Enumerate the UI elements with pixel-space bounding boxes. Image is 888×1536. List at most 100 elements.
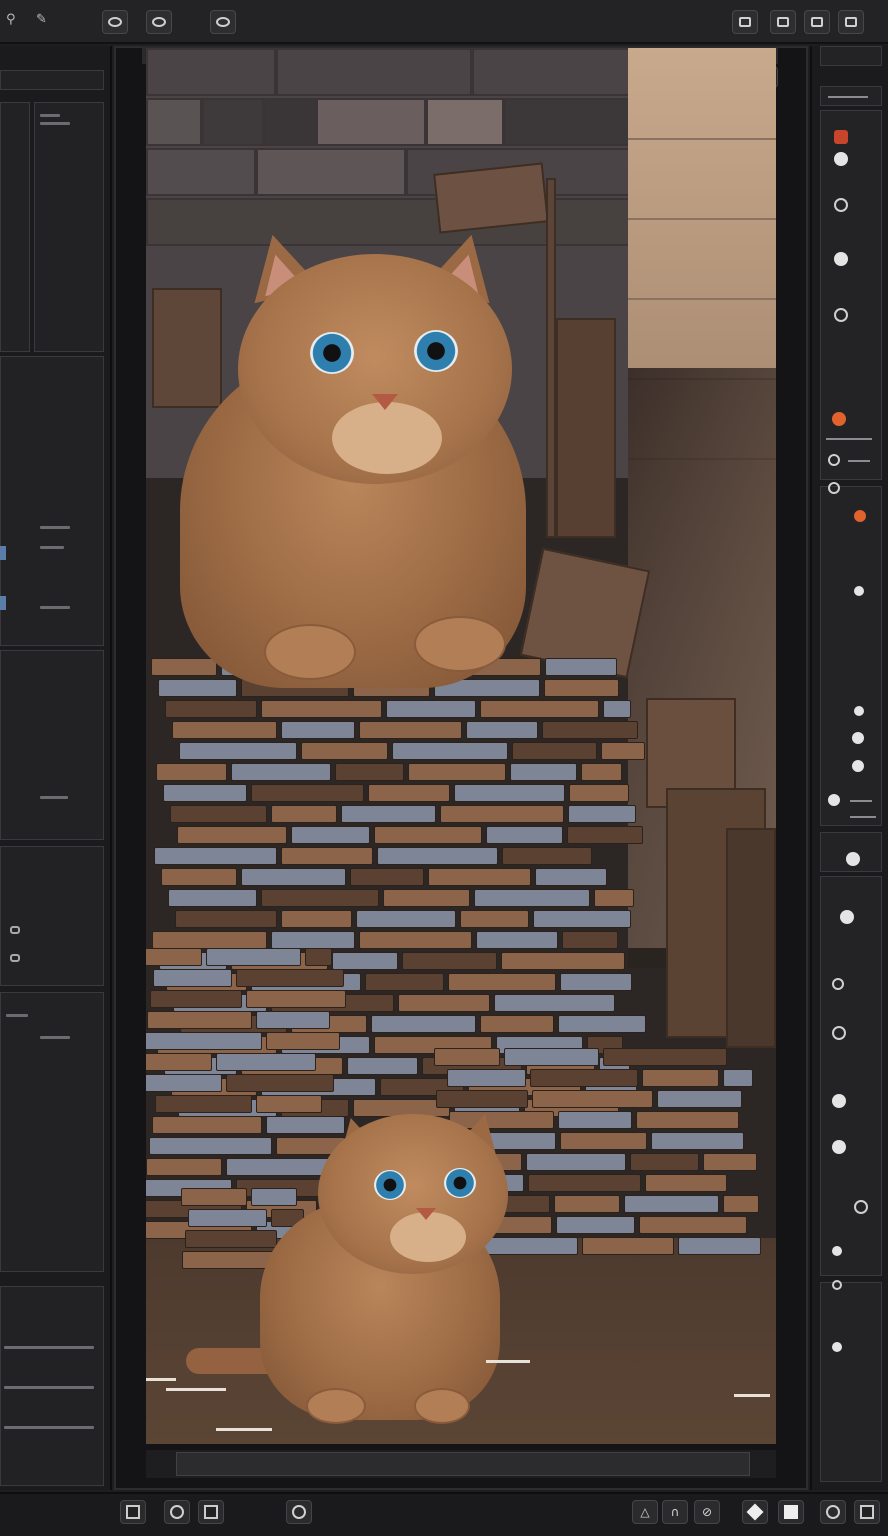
book	[261, 700, 382, 718]
fill-tool-button[interactable]	[742, 1500, 768, 1524]
book	[560, 1132, 647, 1150]
stop-button[interactable]	[120, 1500, 146, 1524]
toggle-dot[interactable]	[854, 706, 864, 716]
right-panel-section	[820, 1282, 882, 1482]
cat-nose	[416, 1208, 436, 1220]
slider-knob[interactable]	[832, 1280, 842, 1290]
slider-knob[interactable]	[832, 978, 844, 990]
pen-tool-button[interactable]: ⊘	[694, 1500, 720, 1524]
record-button[interactable]	[210, 10, 236, 34]
toggle-dot[interactable]	[832, 1140, 846, 1154]
book	[603, 1048, 727, 1066]
round-icon	[152, 17, 166, 27]
book	[542, 721, 638, 739]
book	[161, 868, 237, 886]
redo-button[interactable]	[770, 10, 796, 34]
panel-row[interactable]	[40, 114, 60, 117]
slider-knob[interactable]	[854, 1200, 868, 1214]
export-button[interactable]	[838, 10, 864, 34]
book	[448, 973, 556, 991]
toggle-dot[interactable]	[846, 852, 860, 866]
timeline-field[interactable]	[176, 1452, 750, 1476]
book	[172, 721, 277, 739]
settings-button[interactable]	[820, 1500, 846, 1524]
menu-button[interactable]	[854, 1500, 880, 1524]
slider-knob[interactable]	[834, 308, 848, 322]
book	[528, 1174, 641, 1192]
left-panel-section	[0, 992, 104, 1272]
triangle-icon: △	[640, 1505, 650, 1519]
brush-tool-button[interactable]	[102, 10, 128, 34]
board	[433, 162, 549, 234]
panel-row[interactable]	[40, 122, 70, 125]
camera-button[interactable]	[286, 1500, 312, 1524]
slider-knob[interactable]	[828, 454, 840, 466]
layer-icon[interactable]	[10, 954, 20, 962]
color-swatch[interactable]	[0, 596, 6, 610]
refresh-button[interactable]	[804, 10, 830, 34]
round-icon	[216, 17, 230, 27]
panel-row[interactable]	[4, 1386, 94, 1389]
color-swatch-red[interactable]	[834, 130, 848, 144]
panel-row[interactable]	[40, 546, 64, 549]
toggle-dot[interactable]	[828, 794, 840, 806]
book	[151, 658, 217, 676]
record-circle-button[interactable]	[164, 1500, 190, 1524]
redo-icon	[777, 17, 789, 27]
frame-button[interactable]	[732, 10, 758, 34]
curve-tool-button[interactable]: ∩	[662, 1500, 688, 1524]
toggle-dot[interactable]	[840, 910, 854, 924]
book	[356, 910, 456, 928]
book	[185, 1230, 277, 1248]
layer-icon[interactable]	[10, 926, 20, 934]
slider-knob[interactable]	[832, 1026, 846, 1040]
color-swatch-orange[interactable]	[832, 412, 846, 426]
book	[188, 1209, 267, 1227]
cat-eye	[374, 1170, 406, 1200]
panel-row[interactable]	[40, 796, 68, 799]
panel-text	[848, 460, 870, 462]
toggle-dot[interactable]	[852, 732, 864, 744]
triangle-tool-button[interactable]: △	[632, 1500, 658, 1524]
toggle-dot[interactable]	[832, 1094, 846, 1108]
render-canvas[interactable]	[146, 48, 776, 1444]
toggle-dot[interactable]	[832, 1246, 842, 1256]
panel-row[interactable]	[6, 1014, 28, 1017]
lasso-tool-button[interactable]	[146, 10, 172, 34]
book	[158, 679, 237, 697]
cat-eye	[310, 332, 354, 374]
left-panel	[0, 46, 112, 1490]
color-swatch-orange[interactable]	[854, 510, 866, 522]
tool-glyph-b[interactable]: ✎	[36, 12, 47, 27]
book	[216, 1053, 316, 1071]
book	[447, 1069, 526, 1087]
tool-glyph-a[interactable]: ⚲	[6, 12, 16, 27]
book	[305, 948, 332, 966]
panel-row[interactable]	[40, 526, 70, 529]
panel-row[interactable]	[40, 606, 70, 609]
panel-row[interactable]	[4, 1426, 94, 1429]
toggle-dot[interactable]	[854, 586, 864, 596]
toggle-dot[interactable]	[834, 252, 848, 266]
book	[603, 700, 631, 718]
cat-paw	[306, 1388, 366, 1424]
toggle-dot[interactable]	[832, 1342, 842, 1352]
slider-knob[interactable]	[834, 198, 848, 212]
slider-knob[interactable]	[828, 482, 840, 494]
book	[266, 1032, 340, 1050]
book	[568, 805, 636, 823]
toggle-dot[interactable]	[852, 760, 864, 772]
toggle-dot[interactable]	[834, 152, 848, 166]
pen-icon: ⊘	[701, 1505, 713, 1519]
book	[153, 969, 232, 987]
book	[365, 973, 444, 991]
color-swatch[interactable]	[0, 546, 6, 560]
panel-row[interactable]	[4, 1346, 94, 1349]
book	[645, 1174, 727, 1192]
book	[558, 1015, 646, 1033]
right-panel	[810, 46, 888, 1490]
book	[678, 1237, 761, 1255]
page-tool-button[interactable]	[778, 1500, 804, 1524]
layer-button[interactable]	[198, 1500, 224, 1524]
panel-row[interactable]	[40, 1036, 70, 1039]
